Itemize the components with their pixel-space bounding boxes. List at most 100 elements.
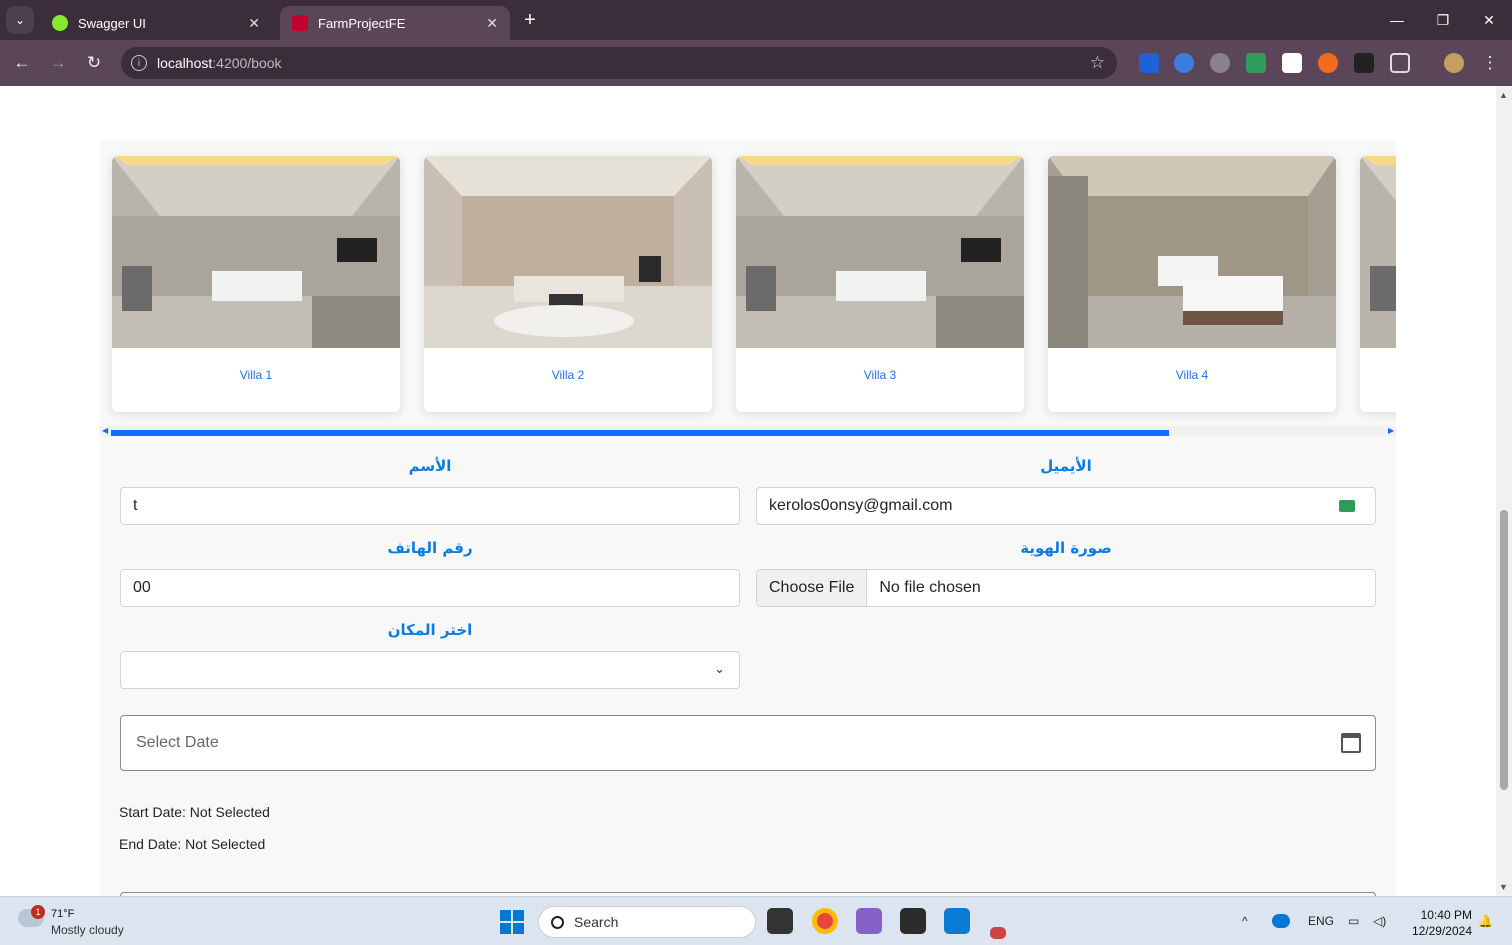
- restore-button[interactable]: ❐: [1420, 0, 1466, 40]
- villa-card[interactable]: Villa 4: [1048, 156, 1336, 412]
- extension-icon[interactable]: [1210, 53, 1230, 73]
- url-host: localhost: [157, 55, 213, 71]
- living-room-photo-icon: [424, 156, 712, 348]
- id-photo-label: صورة الهوية: [1020, 539, 1112, 557]
- end-date-text: End Date: Not Selected: [119, 836, 266, 852]
- villa-card[interactable]: [1360, 156, 1396, 412]
- address-bar[interactable]: i localhost:4200/book ☆: [121, 47, 1117, 79]
- bookmark-star-icon[interactable]: ☆: [1090, 53, 1105, 73]
- profile-avatar[interactable]: [1444, 53, 1464, 73]
- villa-label[interactable]: Villa 2: [424, 368, 712, 382]
- chrome-icon[interactable]: [812, 908, 838, 934]
- back-button[interactable]: ←: [9, 50, 35, 76]
- weather-desc[interactable]: Mostly cloudy: [51, 923, 124, 937]
- email-value: kerolos0onsy@gmail.com: [769, 497, 953, 514]
- name-input[interactable]: t: [120, 487, 740, 525]
- email-input[interactable]: kerolos0onsy@gmail.com: [756, 487, 1376, 525]
- clock-date: 12/29/2024: [1411, 924, 1472, 938]
- chevron-down-icon: ⌄: [714, 661, 725, 676]
- villa-label[interactable]: Villa 3: [736, 368, 1024, 382]
- calendar-icon[interactable]: [1341, 733, 1361, 753]
- language-indicator[interactable]: ENG: [1308, 914, 1334, 928]
- mail-autofill-icon[interactable]: [1339, 500, 1355, 512]
- browser-titlebar: ⌄ Swagger UI ✕ FarmProjectFE ✕ + — ❐ ✕: [0, 0, 1512, 40]
- start-button[interactable]: [500, 910, 524, 934]
- network-icon[interactable]: ▭: [1348, 914, 1359, 928]
- weather-badge: 1: [31, 905, 45, 919]
- swagger-icon: [52, 15, 68, 31]
- villa-label[interactable]: Villa 4: [1048, 368, 1336, 382]
- villa-card[interactable]: Villa 3: [736, 156, 1024, 412]
- place-label: اختر المكان: [387, 621, 473, 639]
- bedroom-photo-icon: [112, 156, 400, 348]
- angular-icon: [292, 15, 308, 31]
- task-view-icon[interactable]: [767, 908, 793, 934]
- choose-file-button[interactable]: Choose File: [757, 570, 868, 606]
- email-label: الأيميل: [1040, 457, 1092, 475]
- site-info-icon[interactable]: i: [131, 55, 147, 71]
- tab-search-button[interactable]: ⌄: [6, 6, 34, 34]
- clock[interactable]: 10:40 PM 12/29/2024: [1400, 907, 1472, 939]
- volume-icon[interactable]: ◁): [1373, 914, 1386, 928]
- scroll-down-icon[interactable]: ▼: [1499, 882, 1508, 892]
- extensions-puzzle-icon[interactable]: [1390, 53, 1410, 73]
- date-range-input[interactable]: Select Date: [120, 715, 1376, 771]
- minimize-button[interactable]: —: [1374, 0, 1420, 40]
- extension-icon[interactable]: [1354, 53, 1374, 73]
- bedroom-photo-icon: [1360, 156, 1396, 348]
- villa-card[interactable]: Villa 1: [112, 156, 400, 412]
- name-label: الأسم: [408, 457, 452, 475]
- place-select[interactable]: ⌄: [120, 651, 740, 689]
- menu-kebab-icon[interactable]: ⋮: [1477, 50, 1503, 76]
- extension-mail-icon[interactable]: [1246, 53, 1266, 73]
- tab-farmproject[interactable]: FarmProjectFE ✕: [280, 6, 510, 40]
- onedrive-icon[interactable]: [1272, 914, 1290, 928]
- scroll-left-icon[interactable]: ◀: [102, 426, 108, 435]
- snipping-tool-icon[interactable]: [990, 927, 1006, 939]
- visual-studio-icon[interactable]: [856, 908, 882, 934]
- reload-button[interactable]: ↻: [81, 50, 107, 76]
- villa-label[interactable]: Villa 1: [112, 368, 400, 382]
- extension-bitwarden-icon[interactable]: [1139, 53, 1159, 73]
- bedroom-photo-icon: [736, 156, 1024, 348]
- carousel-scrollbar[interactable]: ◀ ▶: [100, 426, 1396, 436]
- new-tab-button[interactable]: +: [518, 8, 542, 32]
- villa-photo: [1048, 156, 1336, 348]
- url-path: :4200/book: [212, 55, 282, 71]
- tab-swagger[interactable]: Swagger UI ✕: [40, 6, 272, 40]
- twin-bedroom-photo-icon: [1048, 156, 1336, 348]
- close-window-button[interactable]: ✕: [1466, 0, 1512, 40]
- carousel-scroll-thumb[interactable]: [111, 430, 1169, 436]
- close-icon[interactable]: ✕: [486, 15, 498, 32]
- search-placeholder: Search: [574, 914, 619, 930]
- tab-label: FarmProjectFE: [318, 15, 406, 31]
- file-status: No file chosen: [879, 579, 981, 596]
- name-value: t: [133, 497, 138, 514]
- id-photo-file-input[interactable]: Choose File No file chosen: [756, 569, 1376, 607]
- extension-icon[interactable]: [1318, 53, 1338, 73]
- page-scrollbar[interactable]: ▲ ▼: [1496, 86, 1512, 896]
- extension-notion-icon[interactable]: [1282, 53, 1302, 73]
- villa-carousel[interactable]: Villa 1 Villa 2 Villa 3 Villa 4: [100, 140, 1396, 440]
- vscode-icon[interactable]: [944, 908, 970, 934]
- phone-label: رقم الهاتف: [387, 539, 473, 557]
- notification-bell-icon[interactable]: 🔔: [1478, 914, 1493, 928]
- villa-photo: [112, 156, 400, 348]
- terminal-icon[interactable]: [900, 908, 926, 934]
- browser-toolbar: ← → ↻ i localhost:4200/book ☆ ⋮: [0, 40, 1512, 86]
- villa-card[interactable]: Villa 2: [424, 156, 712, 412]
- extension-icon[interactable]: [1174, 53, 1194, 73]
- villa-photo: [424, 156, 712, 348]
- villa-photo: [1360, 156, 1396, 348]
- forward-button[interactable]: →: [45, 50, 71, 76]
- weather-temp[interactable]: 71°F: [51, 908, 74, 920]
- villa-photo: [736, 156, 1024, 348]
- phone-input[interactable]: 00: [120, 569, 740, 607]
- windows-taskbar: 1 71°F Mostly cloudy Search ^ ENG ▭ ◁) 1…: [0, 896, 1512, 945]
- close-icon[interactable]: ✕: [248, 15, 260, 32]
- page-scroll-thumb[interactable]: [1500, 510, 1508, 790]
- taskbar-search[interactable]: Search: [538, 906, 756, 938]
- tray-overflow-icon[interactable]: ^: [1242, 914, 1248, 928]
- scroll-right-icon[interactable]: ▶: [1388, 426, 1394, 435]
- scroll-up-icon[interactable]: ▲: [1499, 90, 1508, 100]
